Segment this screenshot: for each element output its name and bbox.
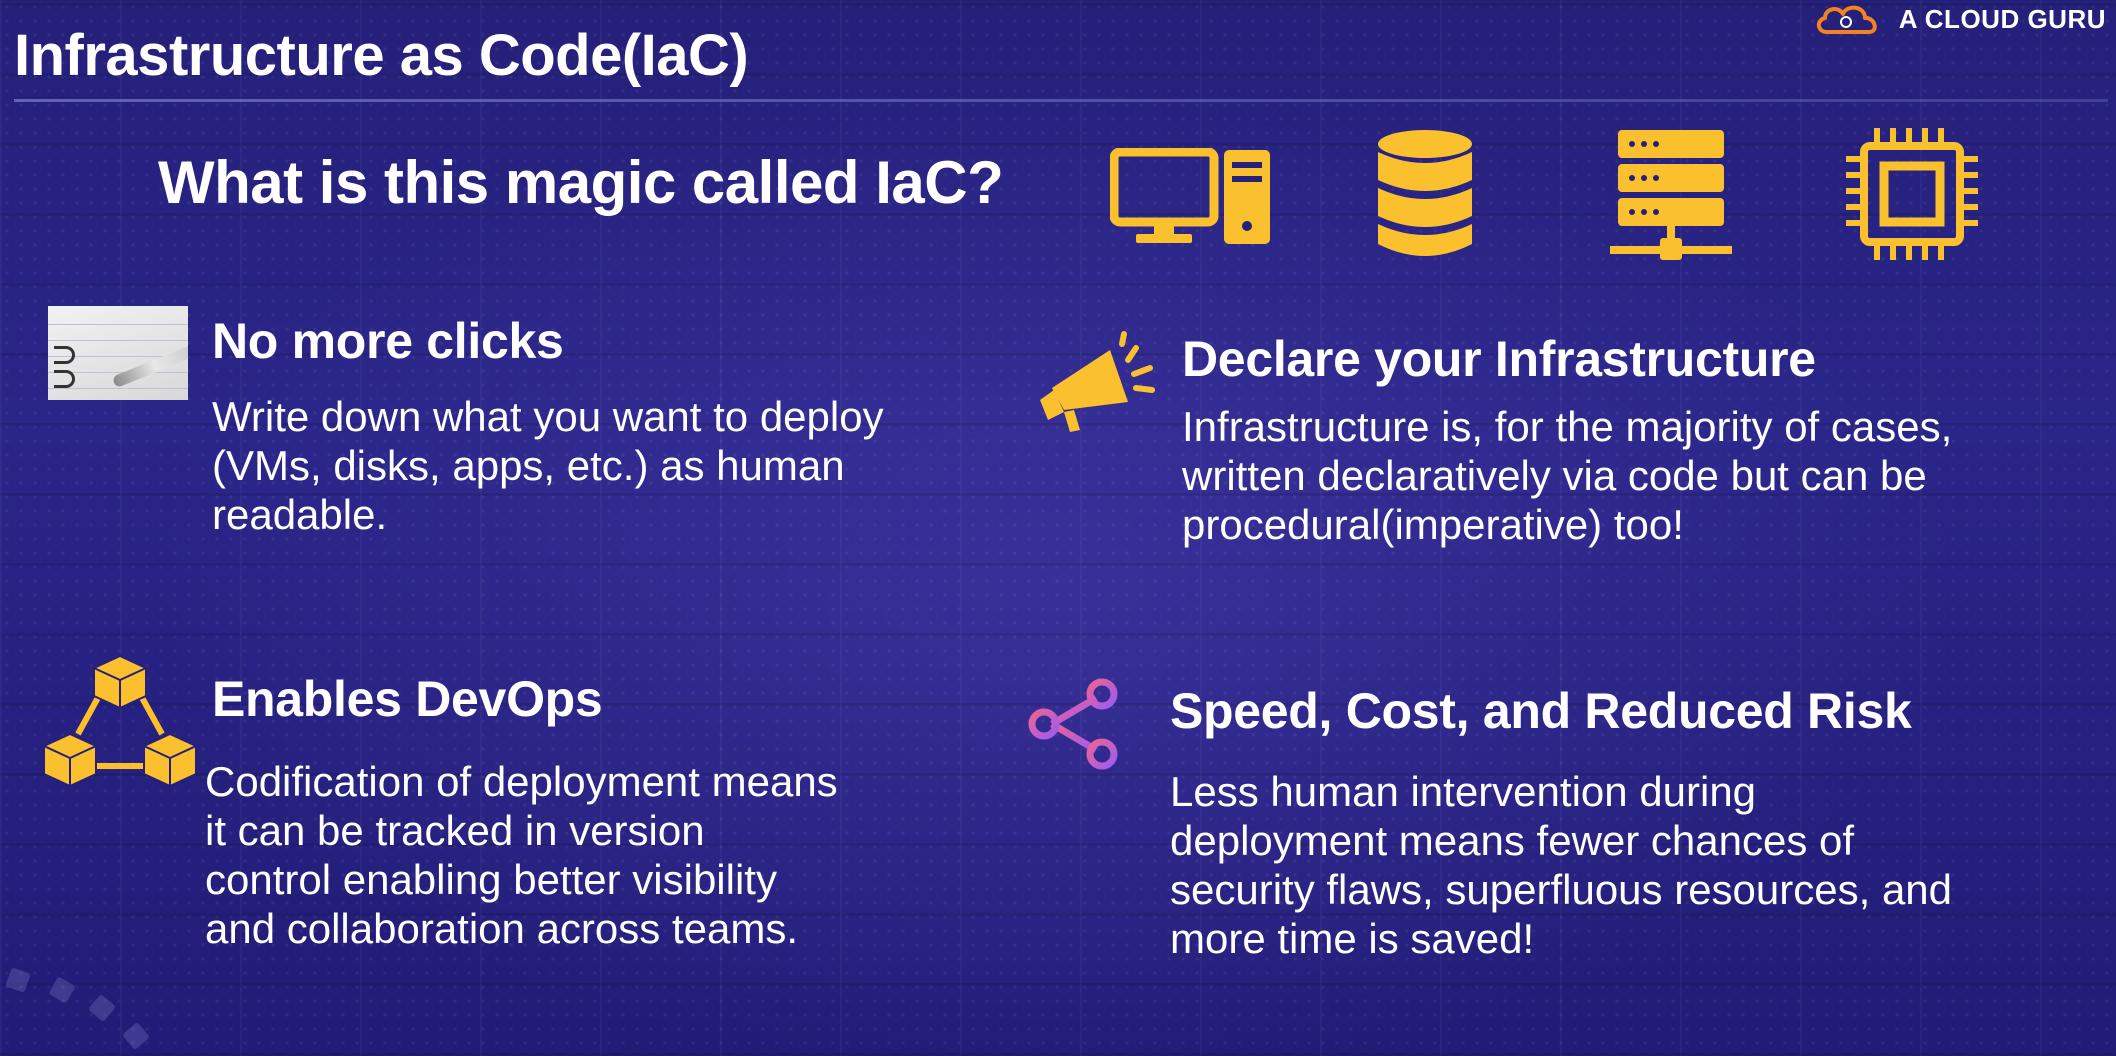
text-line: it can be tracked in version [205,807,705,854]
brand-logo: A CLOUD GURU [1813,2,2106,36]
server-network-icon [1610,130,1732,260]
cpu-chip-icon [1846,128,1978,260]
text-line: Infrastructure is, for the majority of c… [1182,403,1953,450]
share-nodes-icon [1028,678,1118,770]
brand-name: A CLOUD GURU [1898,3,2106,34]
text-line: readable. [212,491,388,538]
heading-speed-cost-risk: Speed, Cost, and Reduced Risk [1170,683,1912,739]
text-line: written declaratively via code but can b… [1182,452,1927,499]
heading-no-more-clicks: No more clicks [212,313,564,369]
text-line: Less human intervention during [1170,768,1757,815]
text-enables-devops: Codification of deployment means it can … [205,757,838,953]
text-line: procedural(imperative) too! [1182,501,1684,548]
text-line: Write down what you want to deploy [212,393,884,440]
title-divider [14,99,2108,102]
text-line: control enabling better visibility [205,856,777,903]
text-line: Codification of deployment means [205,758,838,805]
text-line: more time is saved! [1170,915,1535,962]
text-declare-infrastructure: Infrastructure is, for the majority of c… [1182,402,1952,549]
heading-declare-infrastructure: Declare your Infrastructure [1182,331,1816,387]
text-no-more-clicks: Write down what you want to deploy (VMs,… [212,392,884,539]
megaphone-icon [1040,331,1155,432]
desktop-computer-icon [1110,148,1270,244]
text-line: (VMs, disks, apps, etc.) as human [212,442,845,489]
heading-enables-devops: Enables DevOps [212,671,603,727]
writing-photo [48,306,188,400]
connected-cubes-icon [44,654,196,788]
text-speed-cost-risk: Less human intervention during deploymen… [1170,767,1952,963]
text-line: and collaboration across teams. [205,905,798,952]
text-line: deployment means fewer chances of [1170,817,1855,864]
section-question: What is this magic called IaC? [158,149,1004,216]
page-title: Infrastructure as Code(IaC) [14,23,749,88]
database-icon [1378,130,1472,256]
cloud-logo-icon [1816,5,1877,34]
decorative-dots [6,968,149,1049]
text-line: security flaws, superfluous resources, a… [1170,866,1953,913]
